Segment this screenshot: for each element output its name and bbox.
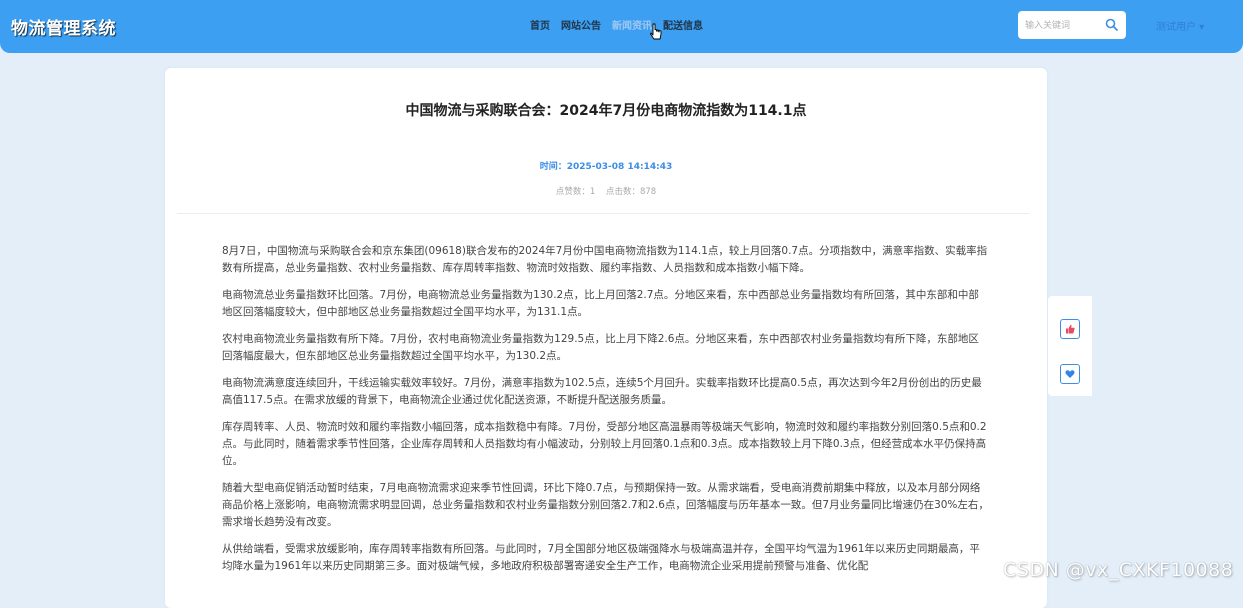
article-paragraph: 电商物流总业务量指数环比回落。7月份，电商物流总业务量指数为130.2点，比上月… (222, 289, 979, 318)
article-paragraph: 农村电商物流业务量指数有所下降。7月份，农村电商物流业务量指数为129.5点，比… (222, 333, 979, 362)
article-stats: 点赞数：1 点击数：878 (165, 185, 1047, 197)
search-box (1018, 11, 1126, 41)
side-action-panel (1048, 296, 1092, 396)
article-paragraph: 随着大型电商促销活动暂时结束，7月电商物流需求迎来季节性回调，环比下降0.7点，… (222, 482, 989, 528)
divider (177, 213, 1029, 214)
article-card: 中国物流与采购联合会：2024年7月份电商物流指数为114.1点 时间：2025… (165, 68, 1047, 608)
article-paragraph: 库存周转率、人员、物流时效和履约率指数小幅回落，成本指数稳中有降。7月份，受部分… (222, 421, 987, 467)
article-paragraph: 8月7日，中国物流与采购联合会和京东集团(09618)联合发布的2024年7月份… (222, 245, 988, 274)
article-paragraph: 电商物流满意度连续回升，干线运输实载效率较好。7月份，满意率指数为102.5点，… (222, 377, 982, 406)
heart-icon (1065, 370, 1075, 378)
main-nav: 首页 网站公告 新闻资讯 配送信息 (530, 17, 703, 32)
article-title: 中国物流与采购联合会：2024年7月份电商物流指数为114.1点 (405, 103, 807, 119)
watermark: CSDN @vx_CXKF10088 (1003, 559, 1234, 581)
nav-news[interactable]: 新闻资讯 (612, 17, 652, 32)
brand-title: 物流管理系统 (11, 19, 116, 39)
nav-announcements[interactable]: 网站公告 (561, 17, 601, 32)
nav-delivery-info[interactable]: 配送信息 (663, 17, 703, 32)
user-menu[interactable]: 测试用户 ▾ (1156, 18, 1204, 33)
favorite-button[interactable] (1060, 364, 1080, 384)
like-button[interactable] (1060, 319, 1080, 339)
search-input[interactable] (1018, 11, 1111, 41)
click-count: 点击数：878 (605, 187, 657, 197)
article-paragraph: 从供给端看，受需求放缓影响，库存周转率指数有所回落。与此同时，7月全国部分地区极… (222, 543, 980, 572)
thumbs-up-icon (1066, 324, 1075, 334)
search-icon[interactable] (1105, 18, 1118, 31)
article-time: 时间：2025-03-08 14:14:43 (539, 162, 673, 172)
article-body: 8月7日，中国物流与采购联合会和京东集团(09618)联合发布的2024年7月份… (222, 243, 989, 585)
top-navbar: 物流管理系统 首页 网站公告 新闻资讯 配送信息 测试用户 ▾ (0, 0, 1243, 53)
mouse-pointer-icon (650, 23, 662, 40)
nav-home[interactable]: 首页 (530, 17, 550, 32)
like-count: 点赞数：1 (555, 187, 596, 197)
